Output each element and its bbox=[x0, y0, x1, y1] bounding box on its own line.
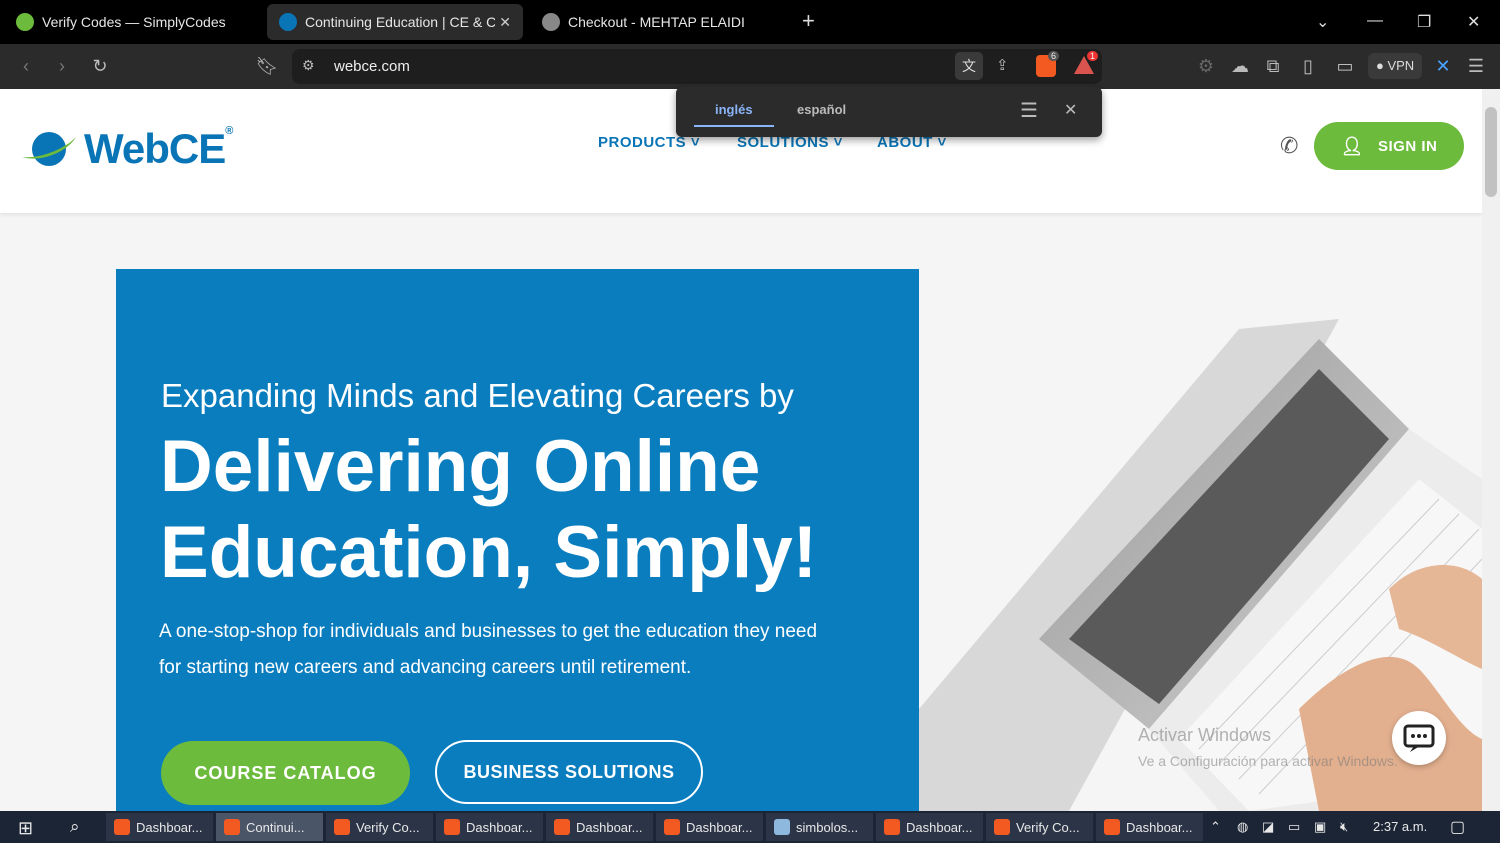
wallet-icon[interactable]: ▭ bbox=[1333, 54, 1357, 78]
webpage-viewport: WebCE® PRODUCTS ˅ SOLUTIONS ˅ ABOUT ˅ ✆ … bbox=[0, 89, 1482, 811]
page-scrollbar[interactable] bbox=[1482, 89, 1500, 811]
new-tab-button[interactable]: + bbox=[802, 8, 815, 34]
translate-options-icon[interactable]: ☰ bbox=[1020, 98, 1038, 123]
browser-toolbar: ‹ › ↻ 🔖︎ ⚙ webce.com 文 ⇪ 6 1 ⚙ ☁ ⧉ ▯ ▭ ●… bbox=[0, 44, 1500, 89]
windows-activation-watermark: Activar Windows bbox=[1138, 725, 1272, 745]
bookmark-icon[interactable]: 🔖︎ bbox=[255, 54, 279, 78]
course-catalog-button[interactable]: COURSE CATALOG bbox=[161, 741, 410, 805]
hero-panel: Expanding Minds and Elevating Careers by… bbox=[116, 269, 919, 811]
webce-logo[interactable]: WebCE® bbox=[20, 125, 233, 173]
rewards-badge: 1 bbox=[1087, 51, 1099, 61]
reload-icon[interactable]: ↻ bbox=[88, 54, 112, 78]
active-tab-indicator bbox=[694, 125, 774, 127]
business-solutions-button[interactable]: BUSINESS SOLUTIONS bbox=[435, 740, 703, 804]
tab-verify-codes[interactable]: Verify Codes — SimplyCodes bbox=[4, 4, 262, 40]
close-window-button[interactable]: ✕ bbox=[1467, 12, 1480, 32]
menu-icon[interactable]: ☰ bbox=[1464, 54, 1488, 78]
network-icon[interactable]: ▣ bbox=[1314, 819, 1326, 835]
taskbar-item[interactable]: simbolos... bbox=[766, 813, 873, 841]
brave-icon bbox=[114, 819, 130, 835]
vpn-label: VPN bbox=[1387, 58, 1415, 73]
source-language-tab[interactable]: inglés bbox=[715, 102, 753, 117]
tab-continuing-education[interactable]: Continuing Education | CE & CPE ✕ bbox=[267, 4, 523, 40]
back-icon[interactable]: ‹ bbox=[14, 54, 38, 78]
taskbar-item[interactable]: Continui... bbox=[216, 813, 323, 841]
target-language-tab[interactable]: español bbox=[797, 102, 846, 117]
extension-k-icon[interactable]: ✕ bbox=[1431, 54, 1455, 78]
task-view-icon[interactable]: ⊞ bbox=[18, 818, 33, 839]
taskbar-item[interactable]: Dashboar... bbox=[1096, 813, 1203, 841]
brave-icon bbox=[994, 819, 1010, 835]
logo-text: WebCE® bbox=[84, 125, 233, 172]
maximize-button[interactable]: ❐ bbox=[1417, 12, 1431, 32]
taskbar-item[interactable]: Dashboar... bbox=[436, 813, 543, 841]
user-icon: 👤︎ bbox=[1340, 135, 1364, 156]
extensions-icon[interactable]: ⧉ bbox=[1261, 54, 1285, 78]
hero-headline: Delivering Online Education, Simply! bbox=[160, 426, 818, 593]
phone-icon[interactable]: ✆ bbox=[1280, 133, 1298, 159]
brave-icon bbox=[444, 819, 460, 835]
brave-icon bbox=[664, 819, 680, 835]
webce-favicon-icon bbox=[279, 13, 297, 31]
search-icon[interactable]: ⌕ bbox=[70, 817, 80, 837]
extension-robot-icon[interactable]: ⚙ bbox=[1194, 54, 1218, 78]
battery-icon[interactable]: ▭ bbox=[1288, 819, 1300, 835]
translate-popup: inglés español ☰ ✕ bbox=[676, 87, 1102, 137]
tab-title: Checkout - MEHTAP ELAIDI bbox=[568, 14, 745, 30]
simplycodes-favicon-icon bbox=[16, 13, 34, 31]
sign-in-label: SIGN IN bbox=[1378, 137, 1438, 155]
chat-widget-button[interactable] bbox=[1392, 711, 1446, 765]
scrollbar-thumb[interactable] bbox=[1485, 107, 1497, 197]
close-translate-icon[interactable]: ✕ bbox=[1064, 100, 1077, 120]
volume-muted-icon[interactable]: 🔇︎ bbox=[1340, 819, 1348, 835]
brave-icon bbox=[224, 819, 240, 835]
windows-taskbar: ⊞ ⌕ Dashboar... Continui... Verify Co...… bbox=[0, 811, 1500, 843]
forward-icon[interactable]: › bbox=[50, 54, 74, 78]
hero-description: A one-stop-shop for individuals and busi… bbox=[159, 621, 818, 678]
sidebar-icon[interactable]: ▯ bbox=[1296, 54, 1320, 78]
sign-in-button[interactable]: 👤︎ SIGN IN bbox=[1314, 122, 1464, 170]
tab-checkout[interactable]: Checkout - MEHTAP ELAIDI bbox=[530, 4, 788, 40]
cloud-icon[interactable]: ☁ bbox=[1228, 54, 1252, 78]
chat-bubble-icon bbox=[1403, 724, 1435, 752]
address-bar[interactable]: ⚙ webce.com 文 ⇪ 6 1 bbox=[292, 49, 1102, 84]
app-tray-icon[interactable]: ◪ bbox=[1262, 819, 1274, 835]
brave-icon bbox=[554, 819, 570, 835]
url-text[interactable]: webce.com bbox=[334, 58, 410, 75]
taskbar-item[interactable]: Dashboar... bbox=[876, 813, 983, 841]
brave-icon bbox=[1104, 819, 1120, 835]
planet-logo-icon bbox=[22, 132, 76, 166]
vpn-button[interactable]: ● VPN bbox=[1368, 53, 1423, 79]
notepad-icon bbox=[774, 819, 790, 835]
hero-eyebrow: Expanding Minds and Elevating Careers by bbox=[161, 377, 794, 414]
share-icon[interactable]: ⇪ bbox=[996, 56, 1009, 74]
brave-icon bbox=[334, 819, 350, 835]
shields-count-badge: 6 bbox=[1048, 51, 1060, 61]
translate-icon[interactable]: 文 bbox=[955, 52, 983, 80]
close-tab-icon[interactable]: ✕ bbox=[499, 14, 511, 31]
brave-icon bbox=[884, 819, 900, 835]
taskbar-item[interactable]: Dashboar... bbox=[546, 813, 653, 841]
taskbar-item[interactable]: Dashboar... bbox=[106, 813, 213, 841]
minimize-button[interactable]: — bbox=[1367, 12, 1383, 30]
taskbar-item[interactable]: Verify Co... bbox=[986, 813, 1093, 841]
windows-activation-subtext: Ve a Configuración para activar Windows. bbox=[1138, 753, 1398, 769]
globe-icon bbox=[542, 13, 560, 31]
clock[interactable]: 2:37 a.m. bbox=[1373, 819, 1427, 834]
tab-title: Verify Codes — SimplyCodes bbox=[42, 14, 226, 30]
browser-tab-bar: Verify Codes — SimplyCodes Continuing Ed… bbox=[0, 0, 1500, 44]
taskbar-item[interactable]: Dashboar... bbox=[656, 813, 763, 841]
tab-list-icon[interactable]: ⌄ bbox=[1316, 12, 1329, 32]
chrome-tray-icon[interactable]: ◍ bbox=[1237, 819, 1248, 835]
notifications-icon[interactable]: ▢ bbox=[1450, 817, 1465, 837]
taskbar-item[interactable]: Verify Co... bbox=[326, 813, 433, 841]
chevron-up-icon[interactable]: ⌃ bbox=[1210, 819, 1221, 835]
tab-title: Continuing Education | CE & CPE bbox=[305, 14, 495, 30]
site-settings-icon[interactable]: ⚙ bbox=[302, 57, 315, 74]
